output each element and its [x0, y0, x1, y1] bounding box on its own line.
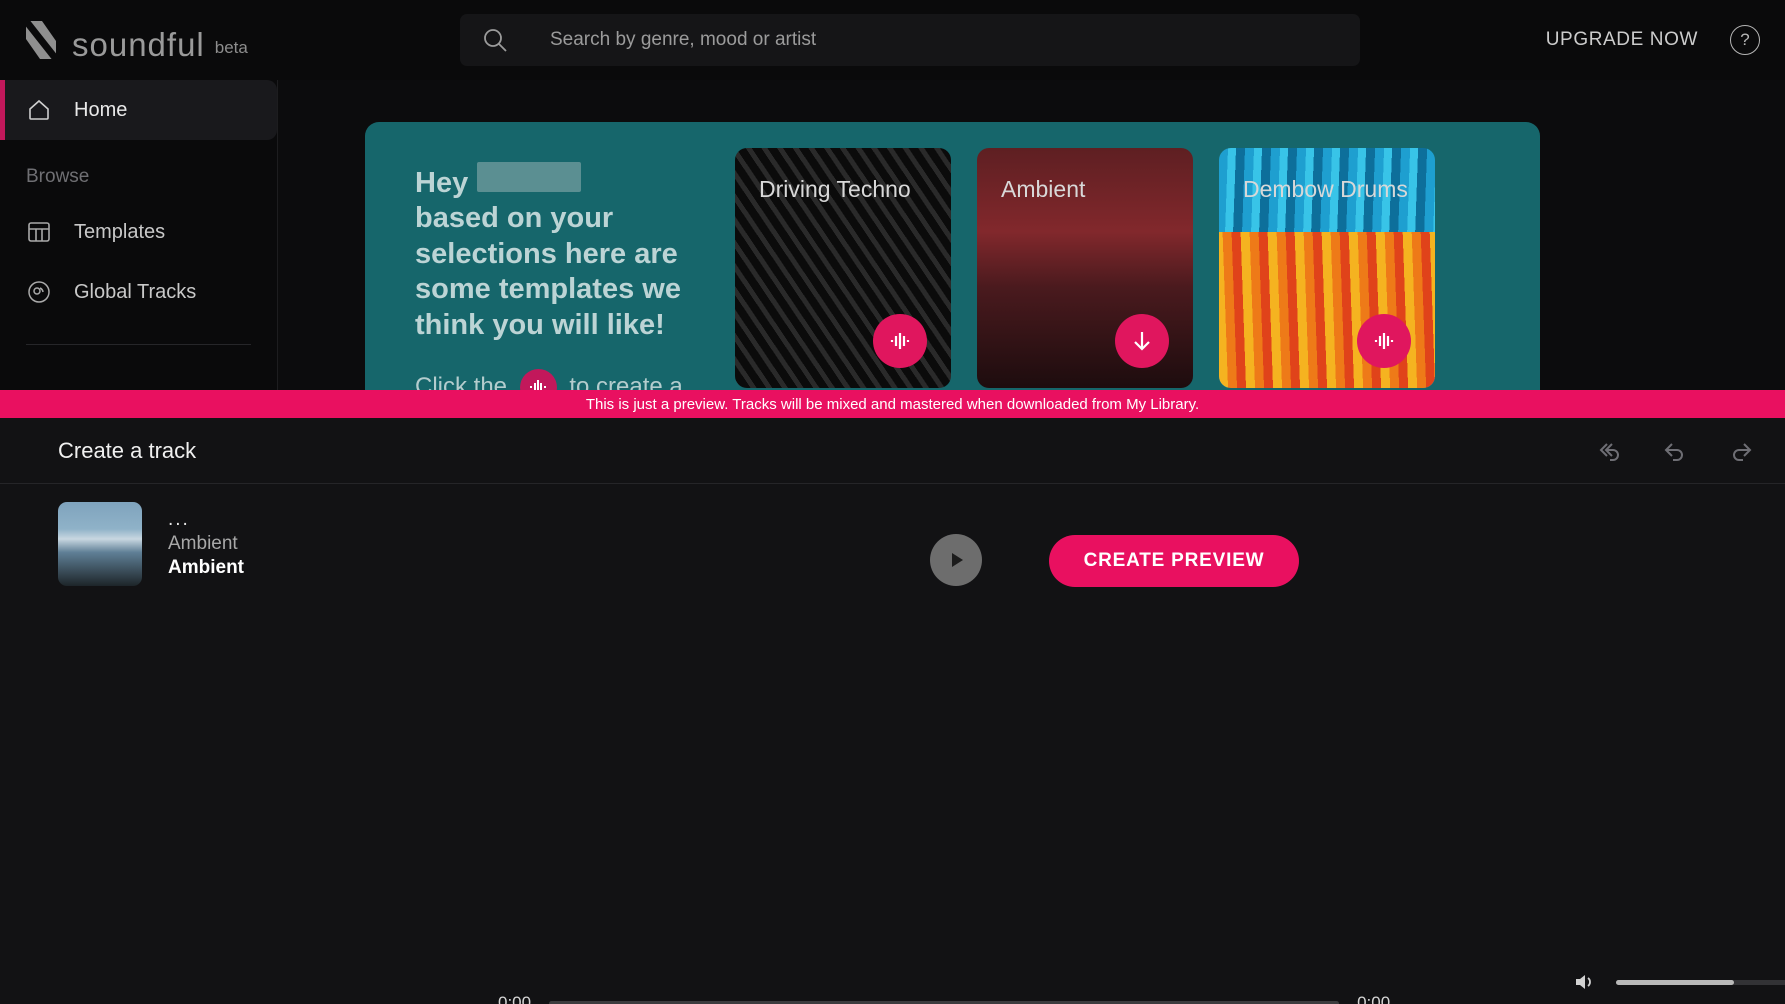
timeline-bar[interactable]: [549, 1000, 1340, 1004]
track-genre: Ambient: [168, 532, 238, 554]
panel-title: Create a track: [58, 437, 197, 463]
time-total: 0:00: [1357, 993, 1391, 1004]
preview-notice-bar: This is just a preview. Tracks will be m…: [0, 390, 1785, 418]
speaker-icon[interactable]: [1572, 969, 1598, 995]
hero-card-list: Driving Techno Ambient Dembow Drums: [725, 122, 1435, 412]
hero-card[interactable]: Ambient: [977, 148, 1193, 388]
sidebar-item-label: Home: [74, 98, 128, 121]
sidebar-item-global-tracks[interactable]: Global Tracks: [0, 262, 277, 322]
brand-logo[interactable]: soundful beta: [20, 19, 400, 61]
sidebar-item-templates[interactable]: Templates: [0, 202, 277, 262]
hero-title-prefix: Hey: [415, 167, 469, 199]
disc-icon: [26, 279, 52, 305]
app-header: soundful beta UPGRADE NOW ?: [0, 0, 1785, 80]
hero-card-title: Driving Techno: [759, 176, 911, 202]
track-dots: ...: [168, 508, 190, 530]
create-track-panel: Create a track ... Ambient Ambient CREAT…: [0, 418, 1785, 1004]
playback-timeline[interactable]: 0:00 0:00: [498, 993, 1390, 1004]
create-preview-button[interactable]: CREATE PREVIEW: [1049, 535, 1299, 587]
volume-fill: [1616, 979, 1734, 985]
help-icon[interactable]: ?: [1730, 25, 1760, 55]
templates-icon: [26, 219, 52, 245]
hero-card[interactable]: Dembow Drums: [1219, 148, 1435, 388]
undo-icon[interactable]: [1659, 435, 1691, 467]
player-row: ... Ambient Ambient CREATE PREVIEW: [0, 484, 1785, 604]
sidebar-section-browse: Browse: [26, 166, 90, 187]
sidebar-divider: [26, 344, 251, 345]
hero-card-title: Dembow Drums: [1243, 176, 1408, 202]
search-input[interactable]: [550, 29, 1338, 51]
track-meta: ... Ambient Ambient: [168, 508, 244, 581]
hero-copy: Hey based on your selections here are so…: [365, 122, 725, 412]
sidebar-item-label: Templates: [74, 220, 166, 243]
sidebar-item-home[interactable]: Home: [0, 80, 277, 140]
reset-all-icon[interactable]: [1593, 435, 1625, 467]
track-name: Ambient: [168, 557, 244, 579]
soundful-app: soundful beta UPGRADE NOW ? Ho: [0, 0, 1785, 1004]
soundful-logo-icon: [20, 19, 62, 61]
volume-control: [1572, 969, 1785, 995]
search-icon: [482, 27, 508, 53]
hero-title-rest: based on your selections here are some t…: [415, 202, 681, 341]
beta-badge: beta: [214, 38, 248, 57]
play-button[interactable]: [930, 534, 982, 586]
panel-header-actions: [1593, 435, 1757, 467]
track-thumbnail: [58, 502, 142, 586]
hero-card[interactable]: Driving Techno: [735, 148, 951, 388]
home-icon: [26, 97, 52, 123]
upgrade-now-button[interactable]: UPGRADE NOW: [1546, 29, 1698, 51]
hero-title: Hey based on your selections here are so…: [415, 162, 725, 343]
brand-name: soundful: [72, 26, 205, 63]
search-box[interactable]: [460, 14, 1360, 66]
time-current: 0:00: [498, 993, 532, 1004]
redacted-username: [477, 162, 582, 192]
hero-banner: Hey based on your selections here are so…: [365, 122, 1540, 412]
download-icon[interactable]: [1115, 314, 1169, 368]
sidebar-item-label: Global Tracks: [74, 280, 197, 303]
redo-icon[interactable]: [1725, 435, 1757, 467]
waveform-icon[interactable]: [1357, 314, 1411, 368]
panel-header: Create a track: [0, 418, 1785, 484]
volume-slider[interactable]: [1616, 979, 1785, 985]
hero-card-title: Ambient: [1001, 176, 1086, 202]
header-actions: UPGRADE NOW ?: [1546, 25, 1760, 55]
waveform-icon[interactable]: [873, 314, 927, 368]
